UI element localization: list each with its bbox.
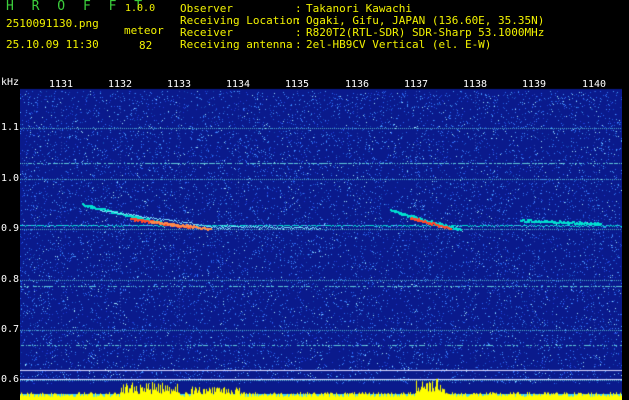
x-tick-label: 1140 — [582, 79, 607, 90]
x-tick-label: 1138 — [463, 79, 488, 90]
mode-label: meteor — [124, 24, 164, 37]
x-tick-label: 1133 — [167, 79, 192, 90]
x-axis: 1131 1132 1133 1134 1135 1136 1137 1138 1139 1140 — [20, 77, 622, 91]
antenna-colon: : — [295, 38, 302, 51]
date-time: 25.10.09 11:30 — [6, 38, 99, 51]
x-tick-label: 1137 — [404, 79, 429, 90]
antenna-value: 2el-HB9CV Vertical (el. E-W) — [306, 38, 492, 51]
x-tick-label: 1139 — [522, 79, 547, 90]
y-axis: kHz 1.1 1.0 0.9 0.8 0.7 0.6 — [0, 77, 20, 400]
antenna-label: Receiving antenna — [180, 38, 293, 51]
x-tick-label: 1131 — [49, 79, 74, 90]
spectrogram-canvas — [20, 77, 622, 400]
header-panel: H R O F F T 1.0.0 2510091130.png 25.10.0… — [0, 0, 629, 76]
file-name: 2510091130.png — [6, 17, 99, 30]
x-tick-label: 1132 — [108, 79, 133, 90]
y-tick-label: 1.1 — [1, 122, 20, 133]
x-tick-label: 1136 — [345, 79, 370, 90]
y-tick-label: 0.8 — [1, 274, 20, 285]
y-tick-label: 1.0 — [1, 173, 20, 184]
y-tick-label: 0.7 — [1, 324, 20, 335]
y-axis-unit: kHz — [1, 77, 20, 88]
x-tick-label: 1135 — [285, 79, 310, 90]
y-tick-label: 0.6 — [1, 374, 20, 385]
meteor-count: 82 — [139, 39, 153, 52]
app-version: 1.0.0 — [125, 3, 156, 14]
y-tick-label: 0.9 — [1, 223, 20, 234]
x-tick-label: 1134 — [226, 79, 251, 90]
